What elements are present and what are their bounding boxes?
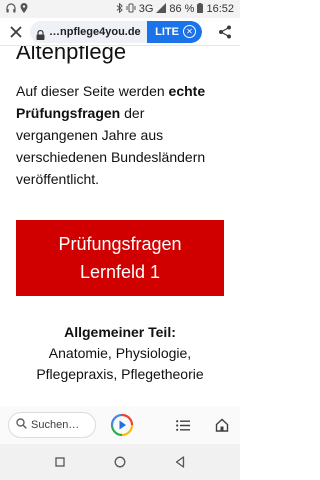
close-circle-icon: ✕ bbox=[183, 25, 196, 38]
page-content: Altenpflege Auf dieser Seite werden echt… bbox=[0, 46, 240, 392]
section-title: Allgemeiner Teil: bbox=[64, 324, 176, 340]
page-heading: Altenpflege bbox=[16, 46, 127, 64]
list-icon[interactable] bbox=[172, 414, 193, 436]
home-icon[interactable] bbox=[211, 414, 232, 436]
close-tab-icon[interactable] bbox=[6, 21, 26, 43]
intro-paragraph: Auf dieser Seite werden echte Prüfungsfr… bbox=[16, 80, 224, 190]
status-bar-system: 3G 86 % 16:52 bbox=[116, 2, 234, 15]
android-nav-bar bbox=[0, 444, 240, 480]
lite-mode-badge[interactable]: LITE ✕ bbox=[147, 20, 202, 43]
bottom-search-bar: Suchen… bbox=[0, 406, 240, 444]
url-text: …npflege4you.de bbox=[49, 25, 141, 38]
section-items: Anatomie, Physiologie, Pflegepraxis, Pfl… bbox=[36, 345, 204, 382]
vibrate-icon bbox=[126, 3, 136, 15]
assistant-play-icon[interactable] bbox=[110, 413, 134, 437]
pruefungsfragen-lernfeld-1-button[interactable]: Prüfungsfragen Lernfeld 1 bbox=[16, 220, 224, 296]
bluetooth-icon bbox=[116, 2, 123, 15]
lite-label: LITE bbox=[155, 25, 179, 38]
headphones-icon bbox=[6, 3, 16, 15]
intro-text-start: Auf dieser Seite werden bbox=[16, 83, 169, 99]
location-pin-icon bbox=[20, 3, 28, 15]
battery-percent: 86 % bbox=[169, 3, 195, 15]
search-icon bbox=[16, 418, 27, 432]
general-section: Allgemeiner Teil: Anatomie, Physiologie,… bbox=[16, 322, 224, 385]
cta-line-1: Prüfungsfragen bbox=[58, 234, 182, 254]
home-circle-icon[interactable] bbox=[110, 452, 130, 472]
recents-square-icon[interactable] bbox=[50, 452, 70, 472]
browser-toolbar: …npflege4you.de LITE ✕ bbox=[0, 18, 240, 46]
network-type: 3G bbox=[138, 3, 154, 15]
clock: 16:52 bbox=[206, 3, 234, 15]
signal-icon bbox=[156, 3, 167, 15]
battery-icon bbox=[197, 3, 204, 15]
search-button[interactable]: Suchen… bbox=[8, 412, 97, 438]
lock-icon bbox=[36, 27, 46, 40]
status-bar: 3G 86 % 16:52 bbox=[0, 0, 240, 18]
share-icon[interactable] bbox=[216, 21, 234, 43]
cta-line-2: Lernfeld 1 bbox=[79, 262, 161, 282]
back-triangle-icon[interactable] bbox=[170, 452, 190, 472]
search-placeholder: Suchen… bbox=[31, 419, 80, 431]
address-bar[interactable]: …npflege4you.de LITE ✕ bbox=[30, 20, 202, 43]
status-bar-notifications bbox=[6, 3, 116, 15]
